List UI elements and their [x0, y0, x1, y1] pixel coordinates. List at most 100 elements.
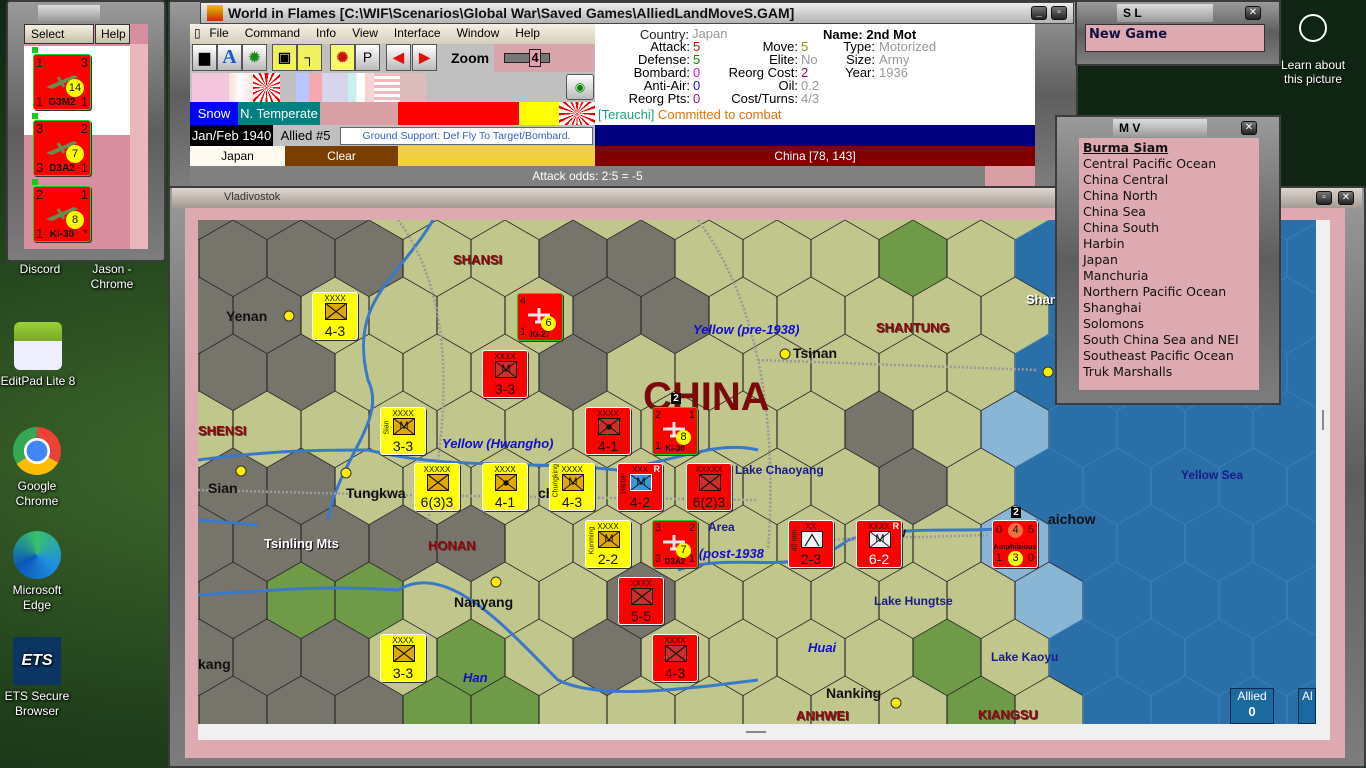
menu-help[interactable]: Help [507, 24, 548, 42]
mv-close-button[interactable]: ✕ [1241, 121, 1257, 135]
sl-titlebar[interactable]: S L [1117, 4, 1213, 22]
map-view-item[interactable]: Central Pacific Ocean [1083, 156, 1255, 172]
unit-type-symbol [325, 303, 347, 320]
map-view-item[interactable]: Solomons [1083, 316, 1255, 332]
ground-unit-counter[interactable]: XXXX M Kunming 2-2 [585, 520, 631, 568]
map-view-item[interactable]: Truk Marshalls [1083, 364, 1255, 380]
restore-button[interactable]: ▫ [1051, 6, 1067, 20]
tank-tool-button[interactable]: ▆ [192, 44, 217, 71]
flag-tool-button[interactable]: P [355, 44, 380, 71]
city-marker[interactable] [340, 467, 352, 479]
france-flag[interactable] [348, 73, 374, 102]
china-flag[interactable] [296, 73, 322, 102]
ground-unit-counter[interactable]: XXXX 4-3 [312, 292, 358, 340]
ground-unit-counter[interactable]: XXX M Harbin R 4-2 [617, 463, 663, 511]
map-view-item[interactable]: China North [1083, 188, 1255, 204]
help-menu-button[interactable]: Help [95, 24, 130, 44]
desktop-icon-google-chrome[interactable]: Google Chrome [0, 427, 77, 509]
desktop-icon-microsoft-edge[interactable]: Microsoft Edge [0, 531, 77, 613]
air-unit-counter[interactable]: 32 7 31 D3A2 [33, 120, 91, 176]
sun-tool-button[interactable]: ✺ [330, 44, 355, 71]
unit-status: Committed to combat [658, 107, 782, 122]
map-view-item[interactable]: Burma Siam [1083, 140, 1255, 156]
sl-item-new-game[interactable]: New Game [1086, 25, 1264, 45]
air-unit-counter[interactable]: 21 8 1 Ki-30 [652, 407, 698, 455]
menu-command[interactable]: Command [237, 24, 308, 42]
ground-unit-counter[interactable]: XXXXX 6(2)3 [686, 463, 732, 511]
map-restore-button[interactable]: ▫ [1316, 191, 1332, 205]
forward-arrow-button[interactable]: ▶ [412, 44, 437, 71]
minimize-button[interactable]: _ [1031, 6, 1047, 20]
germany-flag[interactable] [192, 73, 229, 102]
map-view-item[interactable]: China Sea [1083, 204, 1255, 220]
back-arrow-button[interactable]: ◀ [386, 44, 411, 71]
ground-unit-counter[interactable]: XXXXX 6(3)3 [414, 463, 460, 511]
wif-app-icon [207, 5, 223, 21]
learn-about-picture[interactable]: Learn about this picture [1278, 14, 1348, 86]
city-marker[interactable] [490, 576, 502, 588]
city-marker[interactable] [1042, 366, 1054, 378]
map-view-item[interactable]: China South [1083, 220, 1255, 236]
air-unit-counter[interactable]: 21 8 1 * Ki-30 [33, 186, 91, 242]
desktop-icon-editpad[interactable]: EditPad Lite 8 [0, 322, 78, 389]
map-view-item[interactable]: Harbin [1083, 236, 1255, 252]
gear-tool-button[interactable]: ✹ [242, 44, 267, 71]
map-view-item[interactable]: Manchuria [1083, 268, 1255, 284]
city-marker[interactable] [779, 348, 791, 360]
ground-unit-counter[interactable]: XXXX 3-3 [380, 634, 426, 682]
map-view-item[interactable]: South China Sea and NEI [1083, 332, 1255, 348]
ground-unit-counter[interactable]: XXXX M R 6-2 [856, 520, 902, 568]
air-unit-counter[interactable]: 13 14 11 G3M2 [33, 54, 91, 110]
select-scrollbar[interactable] [130, 44, 148, 249]
main-window-titlebar[interactable]: World in Flames [C:\WIF\Scenarios\Global… [200, 2, 1074, 24]
select-window-titlebar[interactable] [38, 5, 100, 21]
zoom-slider-thumb[interactable]: 4 [529, 49, 541, 67]
air-unit-counter[interactable]: 32 7 31 D3A2 [652, 520, 698, 568]
desktop-icon-ets[interactable]: ETS ETS Secure Browser [0, 637, 77, 719]
map-view-item[interactable]: Southeast Pacific Ocean [1083, 348, 1255, 364]
menu-view[interactable]: View [344, 24, 386, 42]
zoom-slider-track[interactable] [504, 53, 550, 63]
phase-tool-button[interactable]: ▣ [272, 44, 297, 71]
city-marker[interactable] [283, 310, 295, 322]
ground-unit-counter[interactable]: XXXX 4-1 [585, 407, 631, 455]
ussr-flag[interactable] [400, 73, 426, 102]
ground-unit-counter[interactable]: XXXX M Chungking 4-3 [549, 463, 595, 511]
city-marker[interactable] [890, 697, 902, 709]
map-view-item[interactable]: Northern Pacific Ocean [1083, 284, 1255, 300]
map-view-item[interactable]: China Central [1083, 172, 1255, 188]
desktop-icon-jason-chrome[interactable]: Jason - Chrome [72, 262, 152, 292]
side-yellow-indicator [519, 102, 559, 125]
city-marker[interactable] [235, 465, 247, 477]
font-tool-button[interactable]: A [217, 44, 242, 71]
map-vertical-scrollbar[interactable] [1316, 220, 1330, 724]
air-unit-counter[interactable]: 4 6 1 Ki-27 [517, 293, 563, 341]
ground-unit-counter[interactable]: XXXX 5-5 [618, 577, 664, 625]
usa-flag[interactable] [374, 73, 400, 102]
menu-interface[interactable]: Interface [386, 24, 449, 42]
map-horizontal-scrollbar[interactable] [198, 724, 1330, 740]
ground-unit-counter[interactable]: XXXX M Sian 3-3 [380, 407, 426, 455]
map-view-item[interactable]: Shanghai [1083, 300, 1255, 316]
menu-window[interactable]: Window [449, 24, 508, 42]
sl-close-button[interactable]: ✕ [1245, 6, 1261, 20]
desktop-icon-discord[interactable]: Discord [0, 262, 80, 277]
map-label: Nanyang [454, 594, 514, 610]
map-view-item[interactable]: Japan [1083, 252, 1255, 268]
editpad-icon [14, 322, 62, 370]
ground-unit-counter[interactable]: XXXX 4-1 [482, 463, 528, 511]
uk-flag[interactable] [322, 73, 348, 102]
ground-unit-counter[interactable]: XXXX M 3-3 [482, 350, 528, 398]
japan-flag[interactable] [253, 73, 280, 102]
italy-flag[interactable] [229, 73, 253, 102]
mv-titlebar[interactable]: M V [1113, 119, 1207, 137]
map-close-button[interactable]: ✕ [1338, 191, 1354, 205]
target-button[interactable]: ◉ [566, 74, 594, 100]
step-tool-button[interactable]: ┐ [297, 44, 322, 71]
menu-file[interactable]: File [201, 24, 236, 42]
select-menu-button[interactable]: Select [24, 24, 94, 44]
ground-unit-counter[interactable]: XXXX 4-3 [652, 634, 698, 682]
ground-unit-counter[interactable]: XX 40 mm 2-3 [788, 520, 834, 568]
naval-unit-counter[interactable]: 045 Amphibious 130 [992, 520, 1038, 568]
menu-info[interactable]: Info [308, 24, 344, 42]
